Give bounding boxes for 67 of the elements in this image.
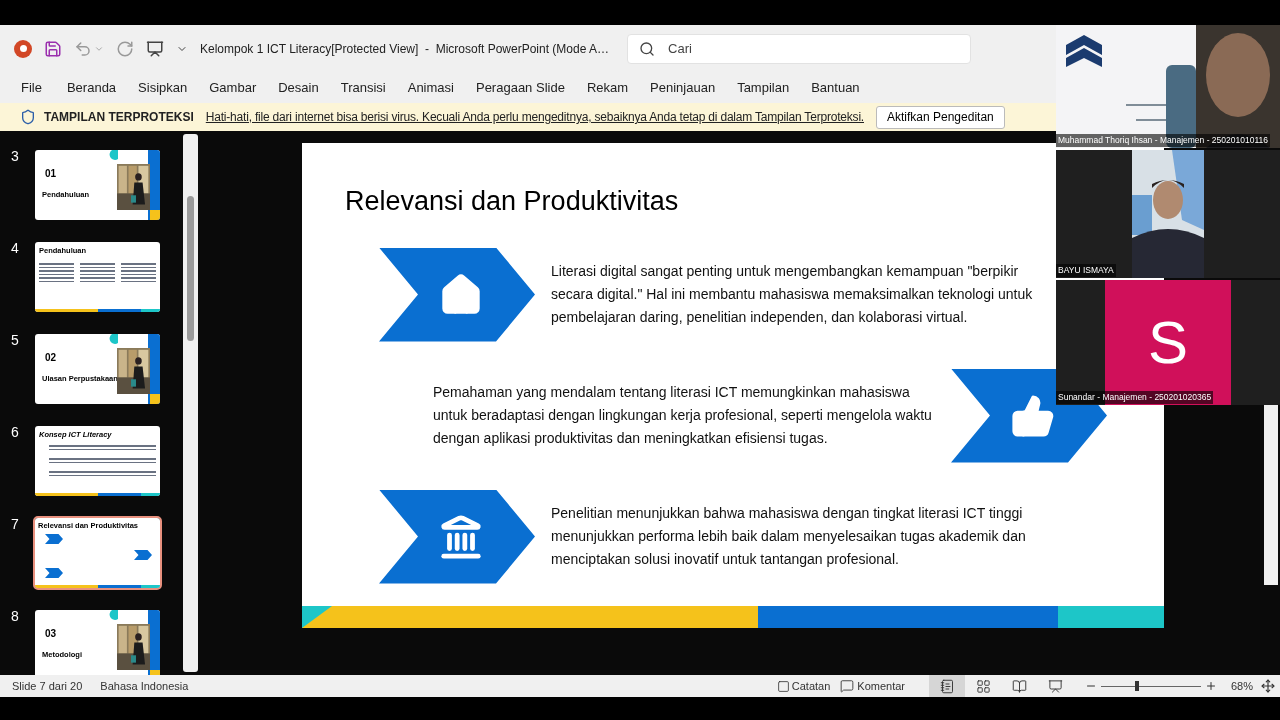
comments-button[interactable]: Komentar [840,677,905,695]
menu-tab[interactable]: Gambar [209,77,257,98]
slide-title: Relevansi dan Produktivitas [345,185,680,218]
slide-number-heading: 03 [45,628,57,640]
menu-tab[interactable]: Sisipkan [138,77,188,98]
chevron-shape [45,568,63,578]
menu-tab[interactable]: Bantuan [811,77,860,98]
slide-number: 4 [11,239,20,258]
fit-to-window-icon[interactable] [1261,679,1275,693]
text-lines [39,263,74,282]
menu-tab[interactable]: Peninjauan [650,77,716,98]
slide-paragraph: Pemahaman yang mendalam tentang literasi ICT memungkinkan mahasiswa untuk beradaptasi dengan lingkungan kerja profesional, seperti mengelola waktu dengan aplikasi produktivitas dan meningkatkan efisiensi tugas. [433,383,933,448]
zoom-in-icon[interactable] [1205,680,1217,692]
slide-number-heading: 01 [45,168,57,180]
app-logo-icon [14,39,32,58]
slide-number: 6 [11,423,20,442]
menu-tab[interactable]: File [21,77,42,98]
reading-view-icon [1011,678,1027,694]
normal-view-button[interactable] [929,675,965,697]
redo-icon[interactable] [116,39,134,58]
text-lines [121,263,156,282]
participant-name: Sunandar - Manajemen - 250201020365 [1056,391,1214,404]
window-title: Kelompok 1 ICT Literacy[Protected View] - Microsoft PowerPoint (Mode A… [200,40,610,57]
language-label[interactable]: Bahasa Indonesia [100,677,189,695]
undo-icon[interactable] [74,39,92,58]
chevron-shape [134,550,152,560]
menu-tab[interactable]: Beranda [66,77,117,98]
participant-name: Muhammad Thoriq Ihsan - Manajemen - 250201010116 [1056,134,1270,147]
slide-number: 5 [11,331,20,350]
search-field[interactable]: Cari [627,33,972,64]
notes-button[interactable]: Catatan [776,677,831,695]
search-icon [639,40,656,57]
menu-tab[interactable]: Tampilan [737,77,790,98]
enable-editing-button[interactable]: Aktifkan Pengeditan [876,105,1005,129]
bank-icon [438,513,484,560]
text-lines [80,263,115,282]
warning-link[interactable]: Hati-hati, file dari internet bisa berisi virus. Kecuali Anda perlu mengeditnya, sebaiknya Anda tetap di dalam Tampilan Terproteksi. [205,108,864,126]
chevron-shape [45,534,63,544]
normal-view-icon [939,678,955,694]
avatar-initial: S [1148,312,1188,373]
slide-counter: Slide 7 dari 20 [12,678,83,694]
menu-tab[interactable]: Animasi [407,77,454,98]
shield-icon [20,109,36,125]
protected-view-label: TAMPILAN TERPROTEKSI [44,109,194,126]
scrollbar[interactable] [1264,405,1278,585]
zoom-level[interactable]: 68% [1231,677,1261,695]
slide-number-heading: 02 [45,352,57,364]
notes-icon [776,679,790,693]
menu-tab[interactable]: Rekam [586,77,629,98]
slide-number: 3 [11,147,20,166]
scrollbar[interactable] [183,134,198,672]
comment-icon [840,679,855,693]
menu-tab[interactable]: Transisi [340,77,386,98]
presentation-icon[interactable] [146,39,164,58]
save-icon[interactable] [44,39,62,58]
sorter-view-icon [975,678,991,694]
zoom-slider[interactable] [1101,679,1201,693]
scrollbar-thumb[interactable] [187,196,194,341]
zoom-slider-thumb[interactable] [1135,681,1139,691]
slide-number: 7 [11,515,20,534]
slide-paragraph: Literasi digital sangat penting untuk mengembangkan kemampuan "berpikir secara digital." Hal ini membantu mahasiswa memaksimalkan teknologi untuk pembelajaran daring, penelitian independen, dan kolaborasi virtual. [551,262,1034,327]
slideshow-view-icon [1047,678,1063,694]
participant-name: BAYU ISMAYA [1056,264,1116,277]
slide-paragraph: Penelitian menunjukkan bahwa mahasiswa dengan tingkat literasi ICT tinggi menunjukkan performa lebih baik dalam menyelesaikan tugas akademik dan menciptakan solusi inovatif untuk tantangan profesional. [551,504,1027,569]
menu-tab[interactable]: Desain [278,77,319,98]
slide-number: 8 [11,607,20,626]
menu-tab[interactable]: Peragaan Slide [475,77,565,98]
